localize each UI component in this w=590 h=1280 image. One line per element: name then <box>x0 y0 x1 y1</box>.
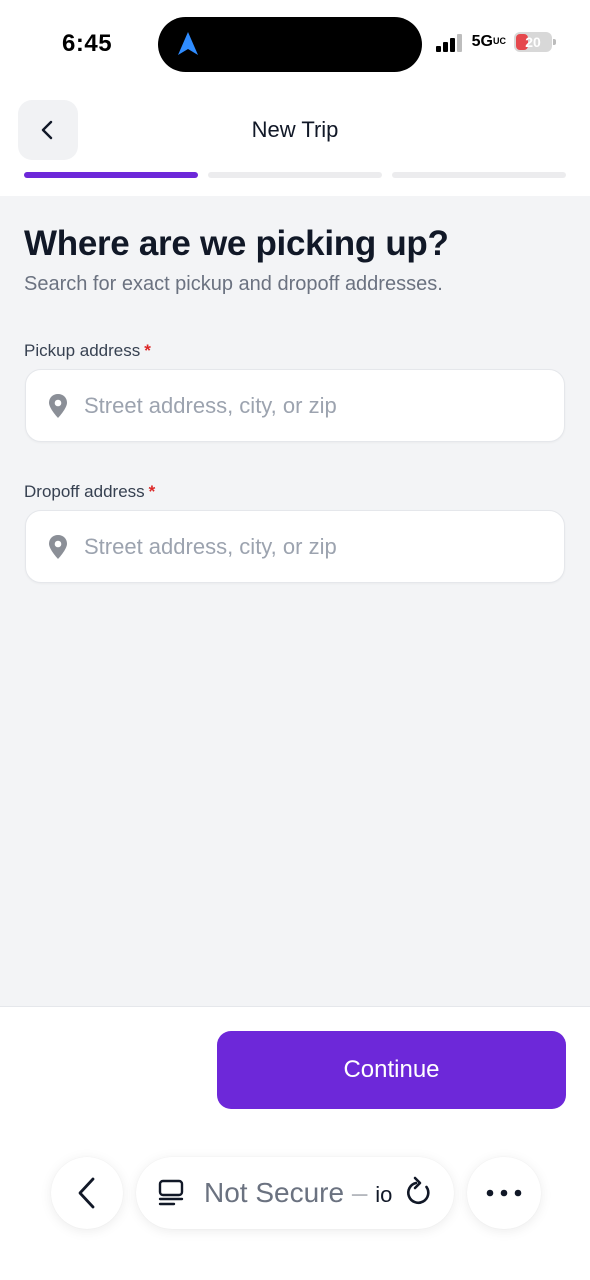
tabs-icon <box>158 1179 184 1206</box>
progress-step-3 <box>392 172 566 178</box>
browser-back-button[interactable] <box>51 1157 123 1229</box>
address-bar[interactable]: Not Secure – io <box>136 1157 454 1229</box>
map-pin-icon <box>49 535 67 559</box>
status-indicators: 5GUC 20 <box>435 32 556 52</box>
progress-step-2 <box>208 172 382 178</box>
network-label: 5GUC <box>471 33 506 50</box>
form-area: Where are we picking up? Search for exac… <box>0 196 590 1006</box>
required-mark: * <box>144 341 151 360</box>
battery-icon: 20 <box>514 32 556 52</box>
location-arrow-icon <box>178 32 198 55</box>
app-header: New Trip <box>0 100 590 162</box>
more-icon <box>486 1189 522 1197</box>
pickup-field[interactable] <box>25 369 565 442</box>
page-header-title: New Trip <box>251 117 339 142</box>
continue-button[interactable]: Continue <box>217 1031 566 1109</box>
dropoff-input[interactable] <box>84 511 544 582</box>
dynamic-island <box>158 17 422 72</box>
dropoff-label: Dropoff address * <box>24 482 156 501</box>
dropoff-field[interactable] <box>25 510 565 583</box>
pickup-input[interactable] <box>84 370 544 441</box>
progress-step-1 <box>24 172 198 178</box>
status-bar: 6:45 5GUC 20 <box>0 0 590 90</box>
page-title: Where are we picking up? <box>24 224 449 263</box>
required-mark: * <box>148 482 156 501</box>
form-footer: Continue <box>0 1006 590 1280</box>
browser-toolbar: Not Secure – io <box>0 1157 590 1229</box>
step-progress <box>24 172 566 178</box>
chevron-left-icon <box>78 1177 95 1209</box>
signal-icon <box>435 32 464 52</box>
address-text: Not Secure – io <box>204 1177 393 1208</box>
browser-more-button[interactable] <box>467 1157 541 1229</box>
map-pin-icon <box>49 394 67 418</box>
reload-icon[interactable] <box>404 1176 434 1210</box>
battery-level: 20 <box>525 34 541 50</box>
page-subtitle: Search for exact pickup and dropoff addr… <box>24 273 443 295</box>
status-time: 6:45 <box>62 30 113 57</box>
pickup-label: Pickup address * <box>24 341 151 360</box>
